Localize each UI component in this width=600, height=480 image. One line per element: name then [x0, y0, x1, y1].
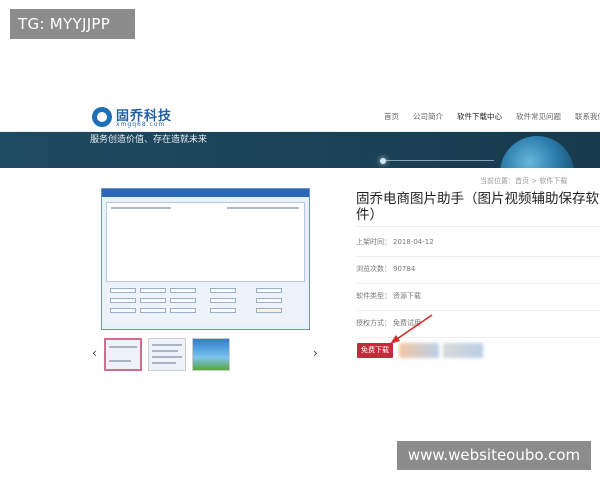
app-option	[140, 298, 166, 303]
product-title: 固乔电商图片助手（图片视频辅助保存软件）	[356, 191, 599, 223]
gallery-thumb-3[interactable]	[192, 338, 230, 371]
app-option	[256, 308, 282, 313]
info-row-type: 软件类型： 资源下载	[356, 281, 600, 311]
watermark-bottom: www.websiteoubo.com	[397, 441, 591, 470]
watermark-top: TG: MYYJJPP	[10, 9, 135, 39]
banner-light-line	[384, 160, 494, 161]
thumb-line	[109, 346, 137, 348]
app-option	[140, 288, 166, 293]
info-row-date: 上架时间： 2018-04-12	[356, 227, 600, 257]
thumb-line	[152, 350, 178, 352]
page: 固乔科技 xmgq68.com 首页 公司简介 软件下载中心 软件常见问题 联系…	[0, 0, 600, 480]
banner-light-dot	[380, 158, 386, 164]
site-logo[interactable]: 固乔科技 xmgq68.com	[92, 105, 202, 129]
nav-item-contact[interactable]: 联系我们	[575, 111, 600, 122]
info-label: 软件类型：	[356, 292, 391, 300]
app-titlebar	[102, 189, 309, 197]
free-download-button[interactable]: 免费下载	[357, 343, 393, 358]
globe-graphic	[500, 136, 574, 168]
info-value: 2018-04-12	[393, 238, 434, 246]
annotation-arrow-icon	[390, 314, 433, 344]
info-label: 浏览次数：	[356, 265, 391, 273]
info-value: 90784	[393, 265, 416, 273]
nav-item-home[interactable]: 首页	[384, 111, 399, 122]
thumb-line	[152, 362, 176, 364]
app-text-line	[111, 207, 171, 209]
gallery-thumb-1[interactable]	[104, 338, 142, 371]
nav-item-about[interactable]: 公司简介	[413, 111, 443, 122]
app-option	[110, 288, 136, 293]
nav-item-downloads[interactable]: 软件下载中心	[457, 111, 502, 122]
nav-item-faq[interactable]: 软件常见问题	[516, 111, 561, 122]
app-option	[256, 298, 282, 303]
app-option	[170, 288, 196, 293]
blurred-button[interactable]	[399, 343, 439, 358]
main-nav: 首页 公司简介 软件下载中心 软件常见问题 联系我们	[384, 111, 600, 122]
app-text-line	[227, 207, 299, 209]
thumb-line	[109, 360, 131, 362]
site-header: 固乔科技 xmgq68.com 首页 公司简介 软件下载中心 软件常见问题 联系…	[0, 100, 600, 132]
thumb-line	[152, 344, 182, 346]
app-option	[256, 288, 282, 293]
banner-slogan: 服务创造价值、存在造就未来	[90, 135, 208, 145]
info-label: 授权方式：	[356, 319, 391, 327]
app-option	[210, 288, 236, 293]
product-main-image[interactable]	[101, 188, 310, 330]
info-value: 资源下载	[393, 292, 421, 300]
gallery-prev-arrow[interactable]: ‹	[92, 346, 97, 360]
app-text-area	[106, 202, 305, 282]
gallery-thumb-2[interactable]	[148, 338, 186, 371]
app-option	[210, 308, 236, 313]
logo-icon	[92, 107, 112, 127]
app-option	[170, 308, 196, 313]
logo-domain: xmgq68.com	[116, 121, 166, 128]
breadcrumb: 当前位置：首页 > 软件下载	[480, 177, 568, 185]
blurred-button[interactable]	[443, 343, 483, 358]
app-option	[170, 298, 196, 303]
app-option	[110, 298, 136, 303]
app-option	[110, 308, 136, 313]
app-option	[140, 308, 166, 313]
app-options-panel	[106, 285, 305, 323]
thumb-line	[152, 356, 182, 358]
gallery-next-arrow[interactable]: ›	[313, 346, 318, 360]
info-label: 上架时间：	[356, 238, 391, 246]
info-row-views: 浏览次数： 90784	[356, 254, 600, 284]
hero-banner: 服务创造价值、存在造就未来	[0, 132, 600, 168]
app-option	[210, 298, 236, 303]
